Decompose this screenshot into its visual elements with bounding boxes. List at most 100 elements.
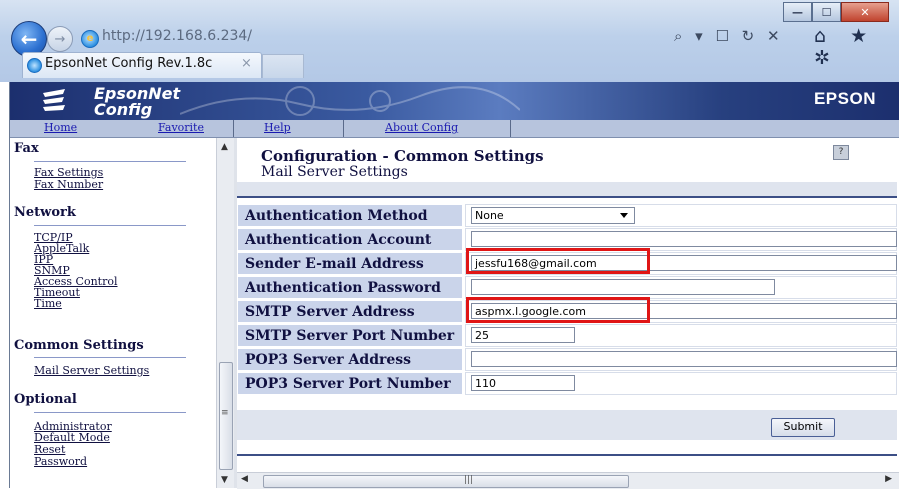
sidebar-heading-common-settings: Common Settings [14,338,144,353]
authentication-password-input[interactable] [471,279,775,295]
field-label: Authentication Method [237,204,463,227]
maximize-button[interactable]: ☐ [812,2,841,22]
sender-email-highlight [466,248,650,274]
sidebar-rule [34,412,186,413]
field-label: SMTP Server Address [237,300,463,323]
field-label-text: Sender E-mail Address [245,256,424,272]
sidebar-rule [34,161,186,162]
field-label-text: POP3 Server Address [245,352,412,368]
close-window-button[interactable]: ✕ [841,2,889,22]
submit-area: Submit [237,410,897,440]
form-row: POP3 Server Port Number 110 [237,372,897,395]
field-label-text: SMTP Server Address [245,304,415,320]
scroll-right-icon[interactable]: ▶ [885,474,892,484]
nav-separator [510,120,511,137]
sidebar-link-fax-number[interactable]: Fax Number [34,179,103,190]
main-content: Configuration - Common Settings Mail Ser… [237,138,899,488]
page-frame: EpsonNet Config EPSON Home Favorite Help… [9,82,899,489]
form-row: POP3 Server Address [237,348,897,371]
new-tab-button[interactable] [262,54,304,78]
tab-title: EpsonNet Config Rev.1.8c [45,56,213,71]
field-label-text: POP3 Server Port Number [245,376,451,392]
nav-favorite-link[interactable]: Favorite [158,121,204,134]
ie-page-icon: e [81,30,99,48]
submit-button[interactable]: Submit [771,418,835,437]
nav-help-link[interactable]: Help [264,121,291,134]
smtp-port-input[interactable]: 25 [471,327,575,343]
select-value: None [475,209,504,222]
sidebar-heading-optional: Optional [14,392,77,407]
tab-close-icon[interactable]: × [241,56,252,71]
toolbar-icons[interactable]: ⌂ ★ ✲ [814,25,899,69]
field-value-cell: 25 [465,324,897,347]
nav-home-link[interactable]: Home [44,121,77,134]
sidebar-link-default-mode[interactable]: Default Mode [34,432,110,443]
sidebar: Fax Fax Settings Fax Number Network TCP/… [10,138,216,488]
field-label: POP3 Server Port Number [237,372,463,395]
horizontal-scrollbar[interactable]: ◀ ||| ▶ [237,472,899,489]
field-label: SMTP Server Port Number [237,324,463,347]
sidebar-link-reset[interactable]: Reset [34,444,65,455]
scroll-left-icon[interactable]: ◀ [241,474,248,484]
scroll-down-icon[interactable]: ▼ [221,475,228,485]
page-title: Configuration - Common Settings [261,147,544,165]
field-value-cell: 110 [465,372,897,395]
field-value-cell [465,276,897,299]
field-label-text: SMTP Server Port Number [245,328,455,344]
field-label-text: Authentication Account [245,232,432,248]
sidebar-heading-fax: Fax [14,141,39,156]
authentication-account-input[interactable] [471,231,897,247]
top-nav: Home Favorite Help About Config [10,120,899,138]
address-bar[interactable]: e http://192.168.6.234/ [78,26,648,50]
title-rule [237,182,897,198]
bottom-rule [237,454,897,456]
browser-tab[interactable]: EpsonNet Config Rev.1.8c × [22,52,262,78]
scroll-grip-icon: ≡ [221,408,229,418]
sidebar-link-time[interactable]: Time [34,298,62,309]
field-value-cell: None [465,204,897,227]
pop3-server-address-input[interactable] [471,351,897,367]
logo-text-line2: Config [94,100,153,119]
form-row: Authentication Password [237,276,897,299]
help-icon[interactable]: ? [833,145,849,160]
title-box: Configuration - Common Settings Mail Ser… [237,138,889,182]
chevron-down-icon [620,213,628,218]
field-label: Authentication Account [237,228,463,251]
field-label: POP3 Server Address [237,348,463,371]
tab-favicon-icon [27,58,42,73]
form-row: Authentication Method None [237,204,897,227]
page-subtitle: Mail Server Settings [261,164,408,180]
sidebar-link-password[interactable]: Password [34,456,87,467]
header-banner: EpsonNet Config EPSON [10,82,899,120]
nav-separator [343,120,344,137]
smtp-address-highlight [466,297,650,323]
brand-logo: EPSON [813,89,876,108]
address-tools[interactable]: ⌕ ▾ ☐ ↻ ✕ [674,27,784,45]
sidebar-rule [34,357,186,358]
forward-button[interactable]: → [47,26,73,52]
sidebar-scrollbar[interactable]: ▲ ≡ ▼ [216,138,234,488]
scroll-up-icon[interactable]: ▲ [221,142,228,152]
url-text[interactable]: http://192.168.6.234/ [102,28,252,44]
hscroll-grip-icon: ||| [464,475,474,485]
epsonnet-logo-icon [43,89,65,111]
sidebar-rule [34,225,186,226]
sidebar-heading-network: Network [14,205,76,220]
sidebar-link-fax-settings[interactable]: Fax Settings [34,167,103,178]
field-label-text: Authentication Method [245,208,428,224]
nav-separator [233,120,234,137]
form-row: SMTP Server Port Number 25 [237,324,897,347]
hscroll-thumb[interactable]: ||| [263,475,629,488]
field-label: Authentication Password [237,276,463,299]
pop3-port-input[interactable]: 110 [471,375,575,391]
banner-art-icon [180,86,520,116]
window-controls: — ☐ ✕ [783,2,889,22]
sidebar-link-mail-server-settings[interactable]: Mail Server Settings [34,365,149,376]
field-label: Sender E-mail Address [237,252,463,275]
nav-about-link[interactable]: About Config [385,121,458,134]
field-value-cell [465,348,897,371]
browser-chrome: — ☐ ✕ ← → e http://192.168.6.234/ ⌕ ▾ ☐ … [0,0,899,82]
field-label-text: Authentication Password [245,280,441,296]
minimize-button[interactable]: — [783,2,812,22]
authentication-method-select[interactable]: None [471,207,635,224]
